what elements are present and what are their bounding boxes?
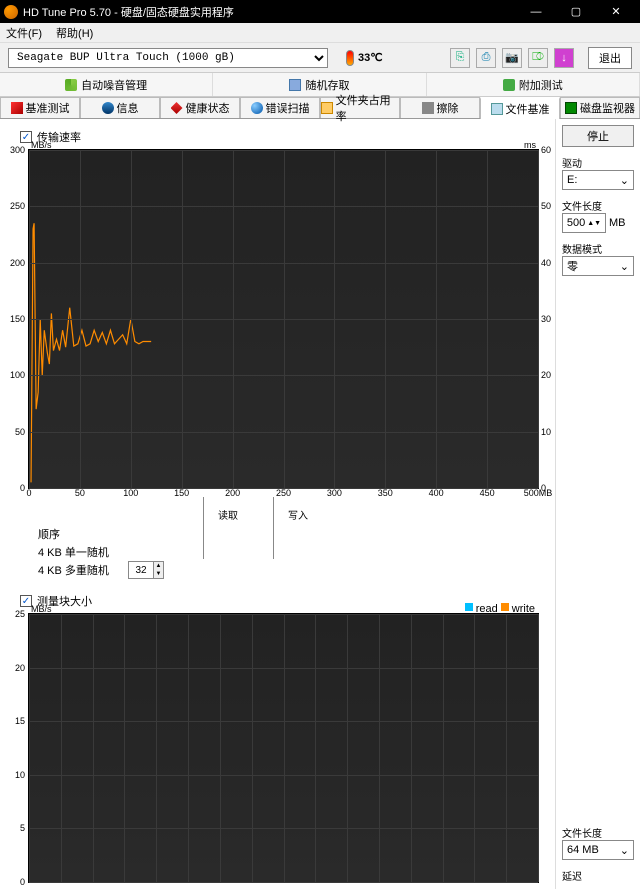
chart2-y-unit: MB/s: [31, 604, 52, 614]
data-pattern-select[interactable]: 零⌄: [562, 256, 634, 276]
queue-depth-spinner[interactable]: ▲▼: [128, 561, 164, 579]
tab-info[interactable]: 信息: [80, 97, 160, 118]
folder-icon: [321, 102, 333, 114]
row-random-single: 4 KB 单一随机: [38, 543, 547, 561]
heart-icon: [171, 102, 183, 114]
chevron-down-icon: ⌄: [620, 844, 629, 857]
temperature-value: 33℃: [358, 51, 383, 64]
file-length-unit: MB: [609, 217, 626, 229]
toolbar: Seagate BUP Ultra Touch (1000 gB) 33℃ ⎘ …: [0, 43, 640, 73]
legend-write-swatch: [501, 603, 509, 611]
tab-error-scan[interactable]: 错误扫描: [240, 97, 320, 118]
spin-up[interactable]: ▲: [153, 562, 163, 570]
magnifier-icon: [251, 102, 263, 114]
side-panel: 停止 驱动 E:⌄ 文件长度 500▲▼ MB 数据模式 零⌄ 文件长度 64 …: [555, 119, 640, 889]
title-bar: HD Tune Pro 5.70 - 硬盘/固态硬盘实用程序 — ▢ ✕: [0, 0, 640, 23]
transfer-rate-chart: MB/s ms 300250200150100500 6050403020100…: [28, 149, 539, 489]
thermometer-icon: [346, 50, 354, 66]
exit-button[interactable]: 退出: [588, 47, 632, 69]
stop-button[interactable]: 停止: [562, 125, 634, 147]
arrow-down-icon: ↓: [561, 52, 567, 64]
transfer-rate-header: ✓ 传输速率: [20, 129, 547, 145]
menu-bar: 文件(F) 帮助(H): [0, 23, 640, 43]
latency-label: 延迟: [562, 868, 634, 883]
screenshot-icon: ⎙: [482, 51, 491, 64]
tab-benchmark[interactable]: 基准测试: [0, 97, 80, 118]
menu-file[interactable]: 文件(F): [6, 25, 42, 41]
tab-disk-monitor[interactable]: 磁盘监视器: [560, 97, 640, 118]
speaker-icon: [65, 79, 77, 91]
app-icon: [4, 5, 18, 19]
menu-help[interactable]: 帮助(H): [56, 25, 93, 41]
block-size-chart: MB/s read write 2520151050: [28, 613, 539, 883]
column-read: 读取: [218, 507, 238, 522]
plus-icon: [503, 79, 515, 91]
file-length-input[interactable]: 500▲▼: [562, 213, 606, 233]
monitor-icon: [565, 102, 577, 114]
camera-button[interactable]: 📷: [502, 48, 522, 68]
temperature-display: 33℃: [346, 50, 383, 66]
file-length-label: 文件长度: [562, 198, 634, 213]
row-random-multi: 4 KB 多重随机 ▲▼: [38, 561, 547, 579]
queue-depth-input[interactable]: [129, 562, 153, 578]
tab-erase[interactable]: 擦除: [400, 97, 480, 118]
main-tabs: 基准测试 信息 健康状态 错误扫描 文件夹占用率 擦除 文件基准 磁盘监视器: [0, 97, 640, 119]
options-button[interactable]: ⎄: [528, 48, 548, 68]
window-title: HD Tune Pro 5.70 - 硬盘/固态硬盘实用程序: [23, 4, 516, 20]
row-sequential: 顺序: [38, 525, 547, 543]
tab-extra-tests[interactable]: 附加测试: [427, 73, 640, 96]
close-button[interactable]: ✕: [596, 0, 636, 23]
file-length2-label: 文件长度: [562, 825, 634, 840]
chevron-down-icon: ⌄: [620, 174, 629, 187]
minimize-tray-button[interactable]: ↓: [554, 48, 574, 68]
file-icon: [491, 103, 503, 115]
file-length2-select[interactable]: 64 MB⌄: [562, 840, 634, 860]
data-pattern-label: 数据模式: [562, 241, 634, 256]
tab-folder-usage[interactable]: 文件夹占用率: [320, 97, 400, 118]
copy-info-button[interactable]: ⎘: [450, 48, 470, 68]
options-icon: ⎄: [532, 51, 544, 64]
column-write: 写入: [288, 507, 308, 522]
spin-down[interactable]: ▼: [153, 570, 163, 578]
save-screenshot-button[interactable]: ⎙: [476, 48, 496, 68]
tab-aam[interactable]: 自动噪音管理: [0, 73, 213, 96]
chart1-y-unit-right: ms: [524, 140, 536, 150]
camera-icon: 📷: [505, 51, 519, 64]
maximize-button[interactable]: ▢: [556, 0, 596, 23]
drive-letter-select[interactable]: E:⌄: [562, 170, 634, 190]
gauge-icon: [11, 102, 23, 114]
erase-icon: [422, 102, 434, 114]
chevron-down-icon: ⌄: [620, 260, 629, 273]
drive-select[interactable]: Seagate BUP Ultra Touch (1000 gB): [8, 48, 328, 68]
disk-icon: [289, 79, 301, 91]
function-tabs: 自动噪音管理 随机存取 附加测试: [0, 73, 640, 97]
tab-health[interactable]: 健康状态: [160, 97, 240, 118]
results-table: 读取 写入 顺序 4 KB 单一随机 4 KB 多重随机 ▲▼: [38, 507, 547, 579]
copy-icon: ⎘: [456, 51, 465, 64]
info-icon: [102, 102, 114, 114]
legend-read-swatch: [465, 603, 473, 611]
minimize-button[interactable]: —: [516, 0, 556, 23]
chart1-y-unit-left: MB/s: [31, 140, 52, 150]
tab-file-benchmark[interactable]: 文件基准: [480, 97, 560, 119]
drive-label: 驱动: [562, 155, 634, 170]
